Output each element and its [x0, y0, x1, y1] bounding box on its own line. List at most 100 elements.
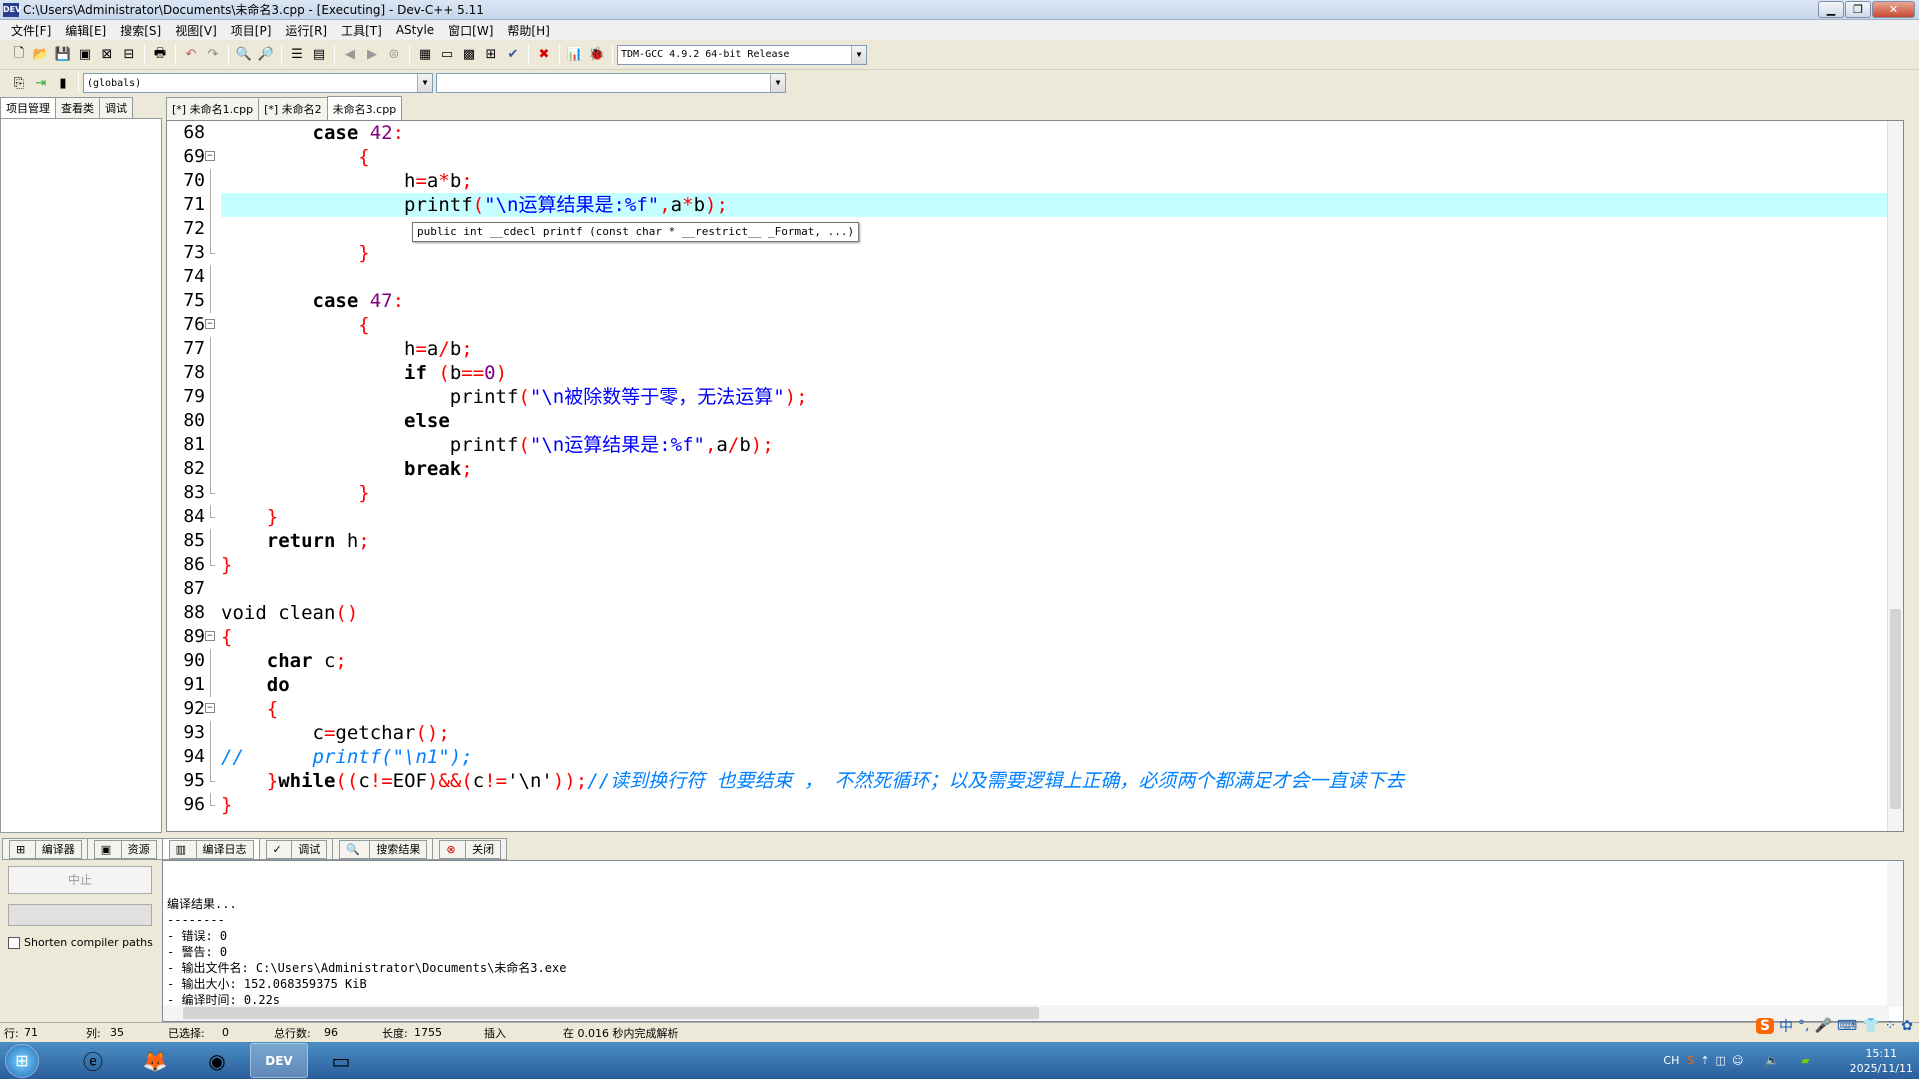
profile-icon[interactable]: 📊 — [565, 45, 585, 65]
bookmark-icon[interactable]: ▮ — [53, 73, 73, 93]
nvidia-icon[interactable]: ▰ — [1801, 1054, 1809, 1067]
ime-button-1[interactable]: 中 — [1779, 1016, 1793, 1036]
log-hscroll-thumb[interactable] — [183, 1007, 1039, 1019]
fold-marker[interactable]: − — [203, 697, 217, 721]
ime-button-0[interactable]: S — [1755, 1018, 1774, 1034]
close-file-icon[interactable]: ⊠ — [97, 45, 117, 65]
code-text[interactable]: case 42: — [221, 121, 1893, 145]
menu-item-5[interactable]: 运行[R] — [278, 22, 334, 39]
tab-file-2[interactable]: [*] 未命名2 — [258, 97, 328, 120]
stop-button[interactable]: 中止 — [8, 866, 152, 894]
compile-log[interactable]: 编译结果... -------- - 错误: 0 - 警告: 0 - 输出文件名… — [162, 860, 1904, 1022]
check-syntax-icon[interactable]: ✔ — [503, 45, 523, 65]
network-icon[interactable]: ⇡ — [1700, 1054, 1709, 1067]
code-line[interactable]: 84 } — [167, 505, 1903, 529]
checkbox-box[interactable] — [8, 936, 20, 949]
tab-search-results[interactable]: 🔍 搜索结果 — [332, 838, 434, 860]
redo-icon[interactable]: ↷ — [203, 45, 223, 65]
code-text[interactable]: c=getchar(); — [221, 721, 1893, 745]
editor-scrollbar[interactable] — [1887, 121, 1903, 831]
menu-item-6[interactable]: 工具[T] — [334, 22, 389, 39]
menu-item-4[interactable]: 项目[P] — [224, 22, 279, 39]
compiler-select[interactable]: TDM-GCC 4.9.2 64-bit Release ▼ — [617, 44, 867, 65]
ime-button-7[interactable]: ✿ — [1901, 1018, 1913, 1034]
code-text[interactable]: if (b==0) — [221, 361, 1893, 385]
tab-file-1[interactable]: [*] 未命名1.cpp — [166, 97, 260, 120]
code-line[interactable]: 75 case 47: — [167, 289, 1903, 313]
sogou-tray-icon[interactable]: S — [1687, 1054, 1694, 1067]
code-text[interactable]: printf("\n运算结果是:%f",a*b); — [221, 193, 1893, 217]
goto-icon[interactable]: ⊜ — [384, 45, 404, 65]
tab-classes[interactable]: 查看类 — [55, 97, 100, 118]
tab-compile-log[interactable]: ▥ 编译日志 — [161, 838, 260, 860]
code-line[interactable]: 86} — [167, 553, 1903, 577]
code-text[interactable]: h=a*b; — [221, 169, 1893, 193]
code-text[interactable]: { — [221, 697, 1893, 721]
save-all-icon[interactable]: ▣ — [75, 45, 95, 65]
firefox-icon[interactable]: 🦊 — [126, 1043, 184, 1078]
back-icon[interactable]: ◀ — [340, 45, 360, 65]
compile-run-icon[interactable]: ▩ — [459, 45, 479, 65]
code-text[interactable]: printf("\n被除数等于零，无法运算"); — [221, 385, 1893, 409]
close-button[interactable]: ✕ — [1872, 1, 1915, 18]
tab-resources[interactable]: ▣ 资源 — [86, 838, 163, 860]
log-hscrollbar[interactable] — [163, 1005, 1889, 1021]
undo-icon[interactable]: ↶ — [181, 45, 201, 65]
tab-project[interactable]: 项目管理 — [0, 97, 56, 118]
code-text[interactable]: return h; — [221, 529, 1893, 553]
menu-item-2[interactable]: 搜索[S] — [113, 22, 168, 39]
code-text[interactable]: { — [221, 625, 1893, 649]
code-text[interactable]: } — [221, 241, 1893, 265]
log-scrollbar[interactable] — [1887, 861, 1903, 1007]
code-line[interactable]: 93 c=getchar(); — [167, 721, 1903, 745]
save-icon[interactable]: 💾 — [53, 45, 73, 65]
unindent-icon[interactable]: ▤ — [309, 45, 329, 65]
code-line[interactable]: 88 void clean() — [167, 601, 1903, 625]
menu-item-0[interactable]: 文件[F] — [4, 22, 58, 39]
code-text[interactable]: } — [221, 481, 1893, 505]
code-line[interactable]: 71 printf("\n运算结果是:%f",a*b); — [167, 193, 1903, 217]
menu-item-3[interactable]: 视图[V] — [168, 22, 224, 39]
menu-item-9[interactable]: 帮助[H] — [500, 22, 556, 39]
new-file-icon[interactable]: 🗋 — [9, 45, 29, 65]
code-line[interactable]: 85 return h; — [167, 529, 1903, 553]
code-line[interactable]: 76− { — [167, 313, 1903, 337]
code-text[interactable]: }while((c!=EOF)&&(c!='\n'));//读到换行符 也要结束… — [221, 769, 1893, 793]
console-window-icon[interactable]: ▭ — [312, 1043, 370, 1078]
scrollbar-thumb[interactable] — [1890, 609, 1901, 809]
code-line[interactable]: 94 // printf("\n1"); — [167, 745, 1903, 769]
code-line[interactable]: 82 break; — [167, 457, 1903, 481]
devcpp-taskbar-icon[interactable]: DEV — [250, 1043, 308, 1078]
code-text[interactable]: case 47: — [221, 289, 1893, 313]
tab-close[interactable]: ⊗ 关闭 — [432, 838, 508, 860]
ime-button-5[interactable]: 👕 — [1862, 1018, 1879, 1034]
start-button[interactable]: ⊞ — [0, 1042, 44, 1079]
code-text[interactable]: } — [221, 553, 1893, 577]
chevron-down-icon[interactable]: ▼ — [770, 74, 785, 92]
fold-marker[interactable]: − — [203, 145, 217, 169]
code-line[interactable]: 79 printf("\n被除数等于零，无法运算"); — [167, 385, 1903, 409]
code-line[interactable]: 70 h=a*b; — [167, 169, 1903, 193]
code-text[interactable]: break; — [221, 457, 1893, 481]
code-line[interactable]: 87 — [167, 577, 1903, 601]
ime-button-3[interactable]: 🎤 — [1814, 1018, 1831, 1034]
chrome-icon[interactable]: ◉ — [188, 1043, 246, 1078]
code-line[interactable]: 81 printf("\n运算结果是:%f",a/b); — [167, 433, 1903, 457]
smile-icon[interactable]: ☺ — [1732, 1054, 1743, 1067]
tray-app-icon[interactable]: ◫ — [1716, 1054, 1726, 1067]
code-line[interactable]: 74 — [167, 265, 1903, 289]
open-file-icon[interactable]: 📂 — [31, 45, 51, 65]
code-line[interactable]: 78 if (b==0) — [167, 361, 1903, 385]
code-line[interactable]: 80 else — [167, 409, 1903, 433]
menu-item-8[interactable]: 窗口[W] — [441, 22, 500, 39]
compile-icon[interactable]: ▦ — [415, 45, 435, 65]
clock[interactable]: 15:11 2025/11/11 — [1850, 1046, 1913, 1076]
code-text[interactable]: h=a/b; — [221, 337, 1893, 361]
menu-item-1[interactable]: 编辑[E] — [58, 22, 113, 39]
code-line[interactable]: 69− { — [167, 145, 1903, 169]
fold-marker[interactable]: − — [203, 313, 217, 337]
rebuild-icon[interactable]: ⊞ — [481, 45, 501, 65]
menu-item-7[interactable]: AStyle — [389, 23, 441, 37]
forward-icon[interactable]: ▶ — [362, 45, 382, 65]
code-line[interactable]: 83 } — [167, 481, 1903, 505]
